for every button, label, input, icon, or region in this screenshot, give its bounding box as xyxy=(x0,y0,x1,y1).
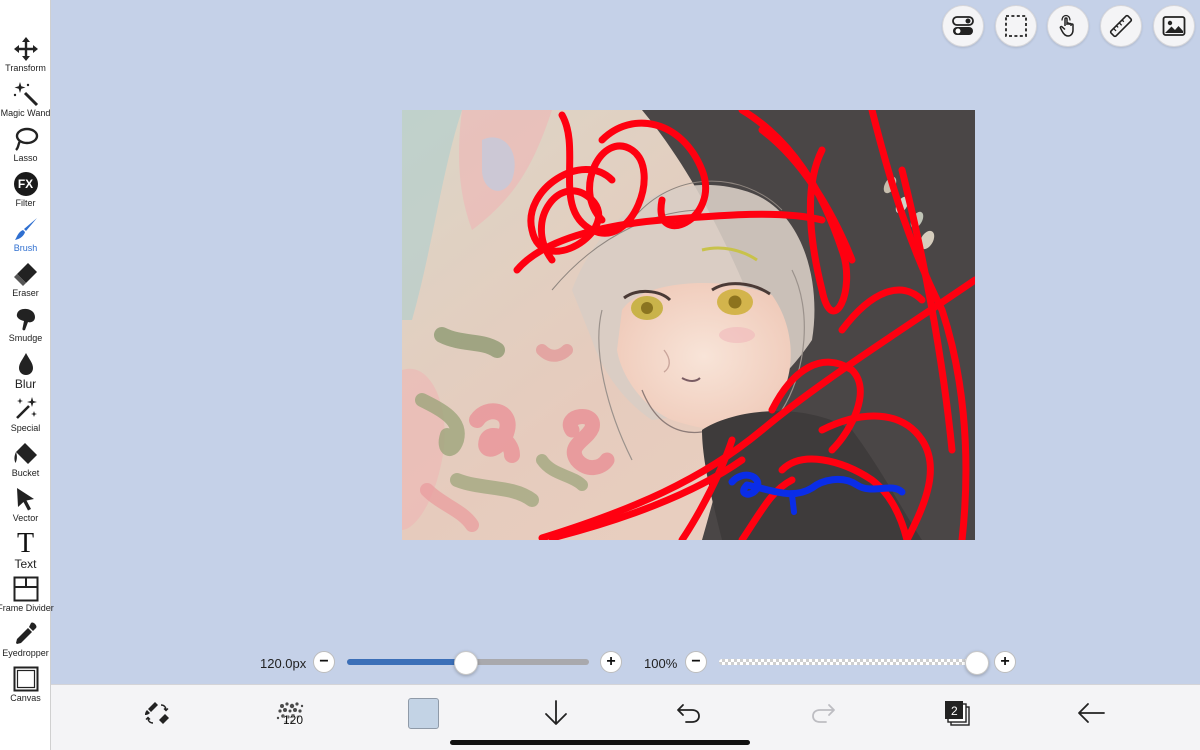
filter-fx-icon: FX xyxy=(13,172,38,196)
redo-button[interactable] xyxy=(803,693,843,733)
download-button[interactable] xyxy=(536,693,576,733)
arrow-down-icon xyxy=(545,700,567,725)
brush-eraser-swap-icon xyxy=(145,702,169,724)
text-icon: T xyxy=(16,528,35,559)
transform-icon xyxy=(12,35,40,63)
eyedropper-icon xyxy=(12,620,40,648)
tool-text[interactable]: T Text xyxy=(0,528,51,573)
magic-wand-icon xyxy=(12,80,40,108)
brush-size-decrease-button[interactable]: − xyxy=(313,651,335,673)
brush-icon xyxy=(12,215,40,243)
arrow-left-icon xyxy=(1078,703,1105,723)
toggle-settings-icon xyxy=(952,16,974,35)
tool-label: Magic Wand xyxy=(0,108,51,118)
touch-gesture-button[interactable] xyxy=(1047,5,1089,47)
opacity-decrease-button[interactable]: − xyxy=(685,651,707,673)
layer-count: 2 xyxy=(951,704,958,718)
tool-label: Transform xyxy=(5,63,46,73)
plus-icon: + xyxy=(1000,653,1010,670)
brush-slider-row: 120.0px − + 100% − + xyxy=(0,650,1200,676)
opacity-value: 100% xyxy=(644,656,678,671)
tool-label: Canvas xyxy=(10,693,41,703)
selection-button[interactable] xyxy=(995,5,1037,47)
blur-drop-icon xyxy=(12,350,40,378)
redo-icon xyxy=(812,704,835,723)
opacity-increase-button[interactable]: + xyxy=(994,651,1016,673)
smudge-icon xyxy=(12,305,40,333)
tool-magic-wand[interactable]: Magic Wand xyxy=(0,78,51,123)
tool-lasso[interactable]: Lasso xyxy=(0,123,51,168)
layers-button[interactable]: 2 xyxy=(937,693,977,733)
lasso-icon xyxy=(12,125,40,153)
selection-icon xyxy=(1005,15,1027,37)
opacity-thumb[interactable] xyxy=(965,651,989,675)
brush-size-thumb[interactable] xyxy=(453,651,478,675)
tool-label: Text xyxy=(14,557,37,571)
minus-icon: − xyxy=(319,653,329,670)
ruler-icon xyxy=(1109,14,1133,38)
frame-divider-icon xyxy=(12,575,40,603)
touch-gesture-icon xyxy=(1059,14,1074,37)
brush-size-value: 120.0px xyxy=(260,656,307,671)
tool-eraser[interactable]: Eraser xyxy=(0,258,51,303)
minus-icon: − xyxy=(691,653,701,670)
tool-label: Bucket xyxy=(11,468,40,478)
tool-label: Filter xyxy=(15,198,36,208)
tool-label: Brush xyxy=(13,243,38,253)
tool-special[interactable]: Special xyxy=(0,393,51,438)
tool-label: Eraser xyxy=(12,288,39,298)
special-sparkle-icon xyxy=(12,395,40,423)
material-image-icon xyxy=(1162,16,1186,36)
settings-toggle-button[interactable] xyxy=(942,5,984,47)
tool-frame-divider[interactable]: Frame Divider xyxy=(0,573,54,618)
swap-brush-eraser-button[interactable] xyxy=(137,693,177,733)
brush-size-fill xyxy=(347,659,466,665)
tool-label: Vector xyxy=(12,513,39,523)
tool-label: Blur xyxy=(14,377,37,391)
current-color-swatch xyxy=(407,697,439,729)
plus-icon: + xyxy=(606,653,616,670)
tool-sidebar: Transform Magic Wand Lasso FX Filter Bru… xyxy=(0,0,54,750)
brush-size-badge: 120 xyxy=(283,713,304,727)
home-indicator xyxy=(450,740,750,745)
tool-blur[interactable]: Blur xyxy=(0,348,51,393)
undo-icon xyxy=(677,704,700,723)
artwork-illustration xyxy=(402,110,975,540)
tool-vector[interactable]: Vector xyxy=(0,483,51,528)
opacity-slider[interactable] xyxy=(719,659,989,665)
tool-label: Lasso xyxy=(13,153,38,163)
tool-filter[interactable]: FX Filter xyxy=(0,168,51,213)
drawing-canvas[interactable] xyxy=(402,110,975,540)
ruler-button[interactable] xyxy=(1100,5,1142,47)
brush-size-increase-button[interactable]: + xyxy=(600,651,622,673)
tool-bucket[interactable]: Bucket xyxy=(0,438,51,483)
tool-label: Smudge xyxy=(8,333,43,343)
brush-settings-button[interactable]: 120 xyxy=(271,693,311,733)
tool-label: Frame Divider xyxy=(0,603,54,613)
undo-button[interactable] xyxy=(669,693,709,733)
back-button[interactable] xyxy=(1071,693,1111,733)
color-picker-button[interactable] xyxy=(403,693,443,733)
tool-label: Special xyxy=(10,423,41,433)
tool-smudge[interactable]: Smudge xyxy=(0,303,51,348)
bucket-icon xyxy=(12,440,40,468)
eraser-icon xyxy=(12,260,40,288)
tool-brush[interactable]: Brush xyxy=(0,213,51,258)
vector-arrow-icon xyxy=(12,485,40,513)
tool-transform[interactable]: Transform xyxy=(0,33,51,78)
material-button[interactable] xyxy=(1153,5,1195,47)
